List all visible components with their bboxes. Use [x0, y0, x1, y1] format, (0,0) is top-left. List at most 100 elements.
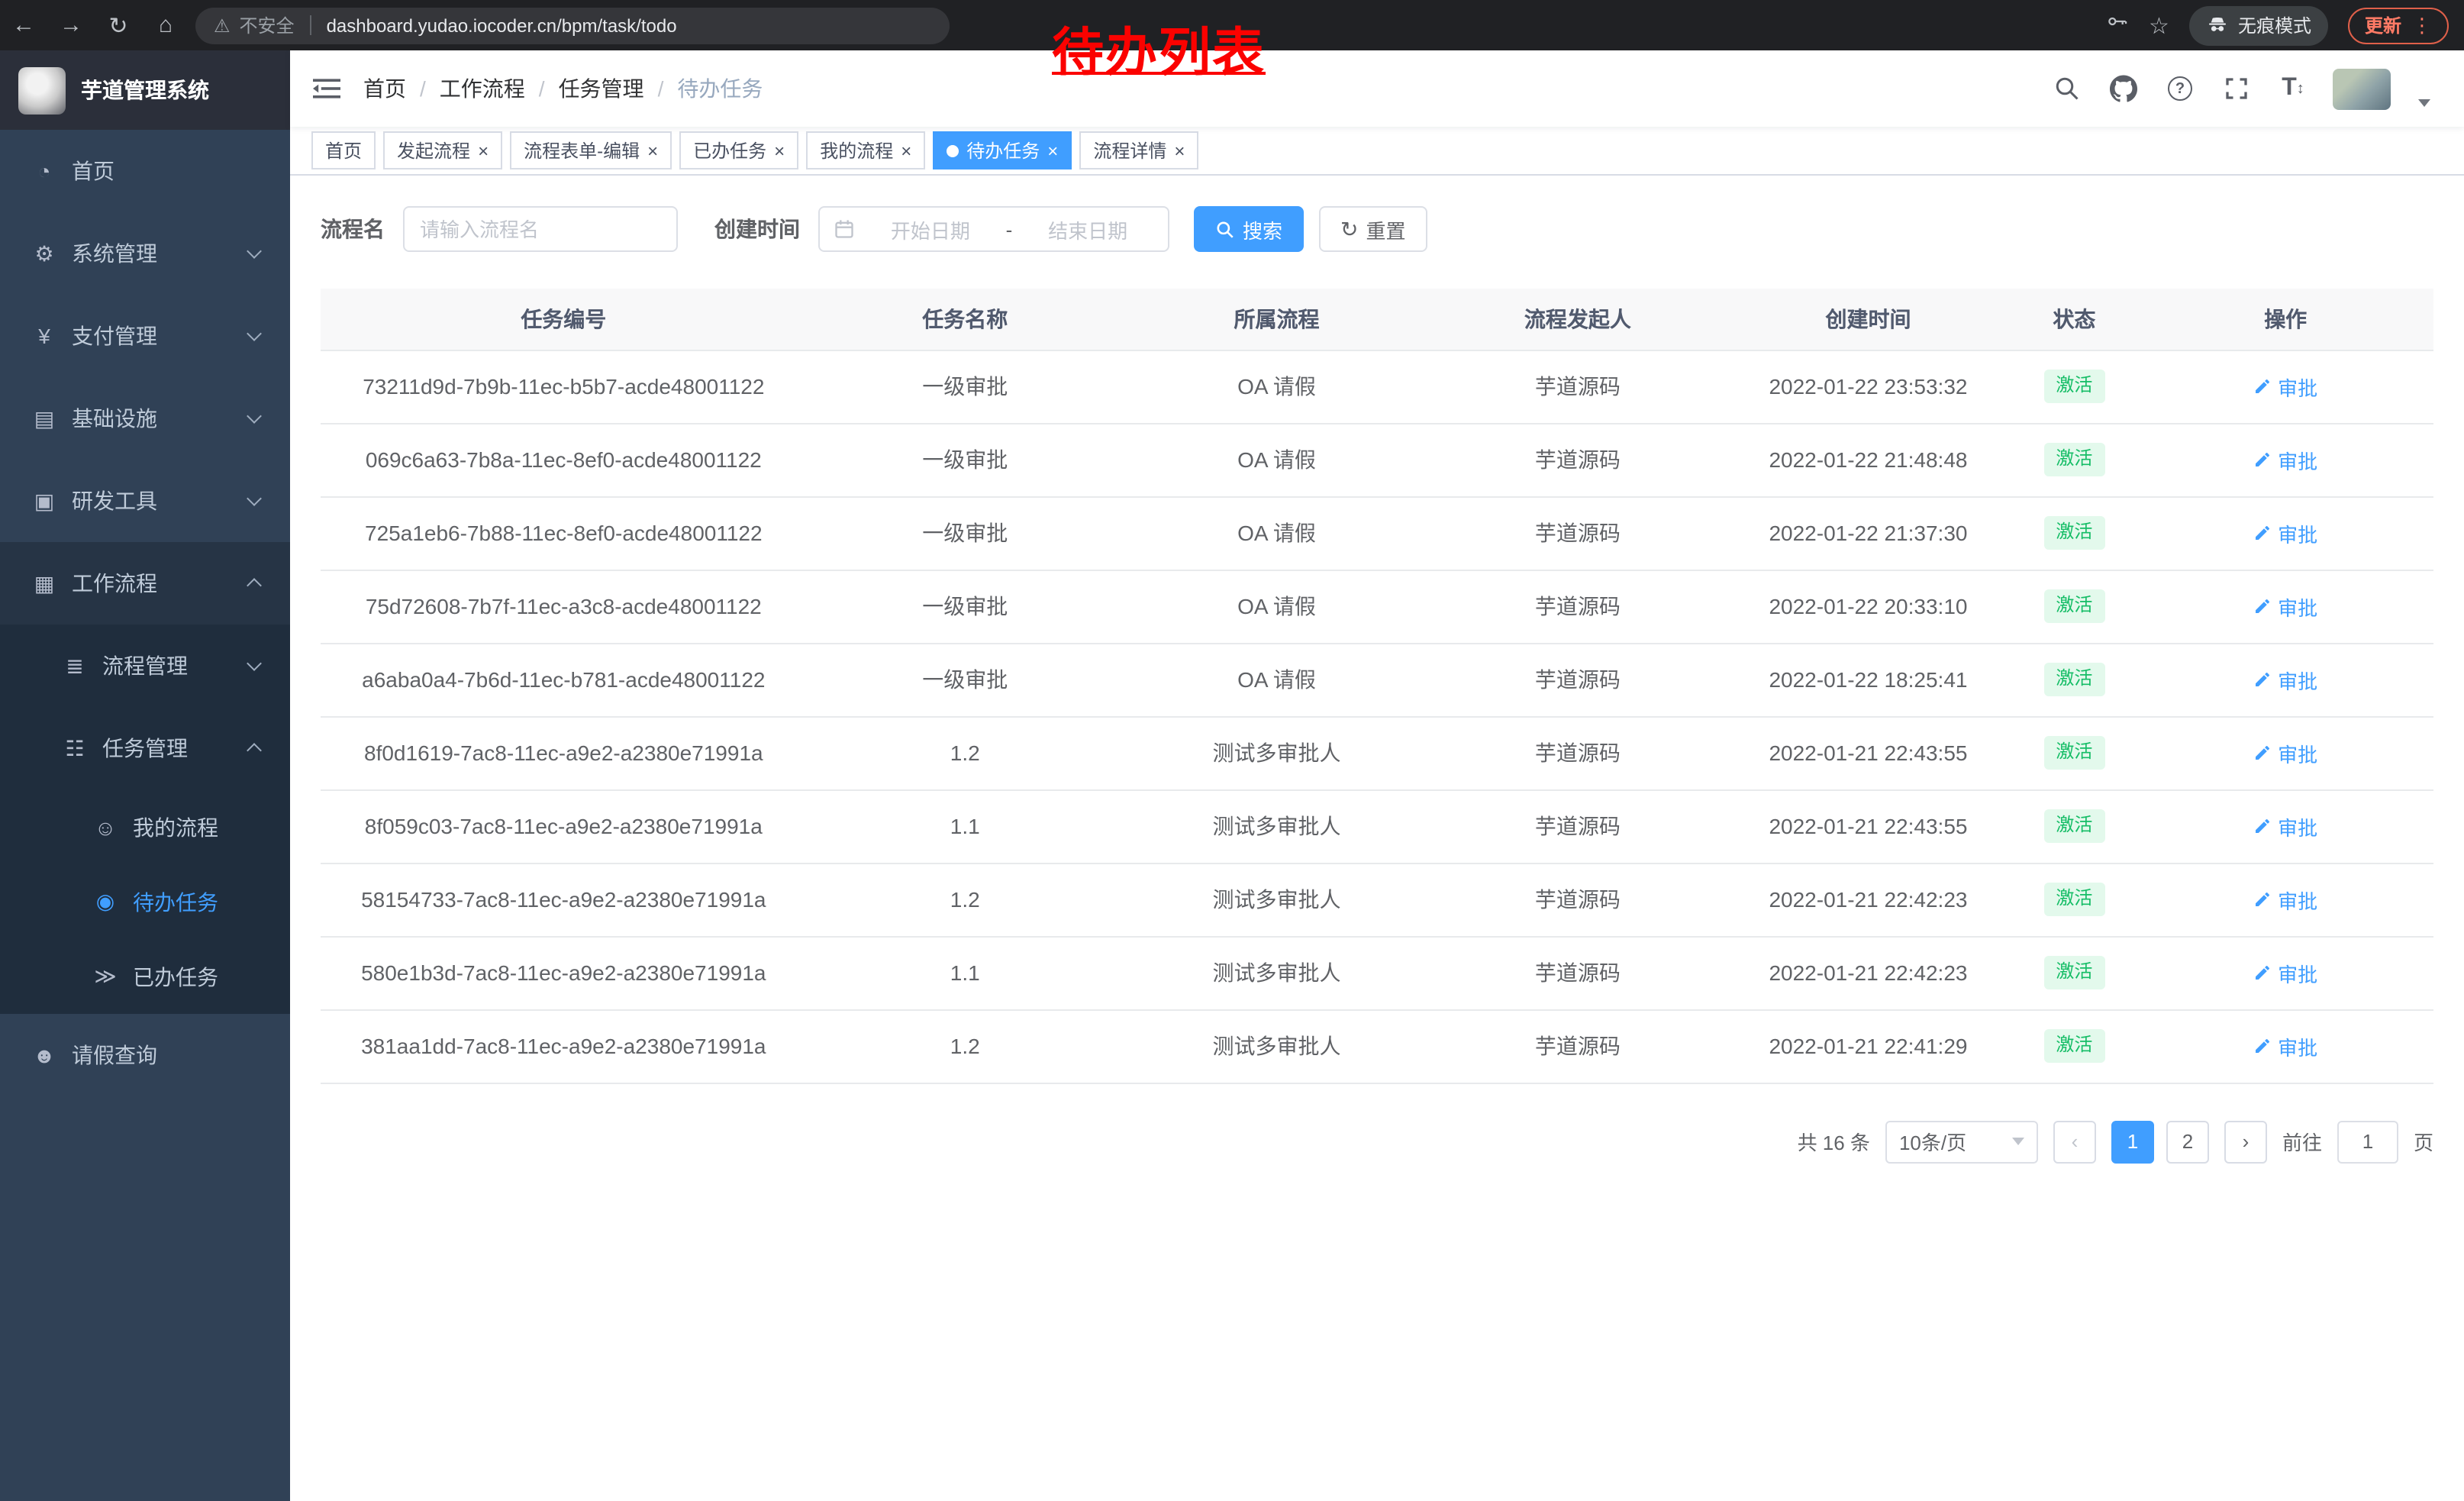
start-date-placeholder[interactable]: 开始日期 — [864, 215, 997, 244]
approve-link[interactable]: 审批 — [2253, 665, 2317, 694]
edit-icon — [2253, 1037, 2272, 1055]
sidebar-collapse-button[interactable] — [290, 50, 363, 127]
reset-button[interactable]: ↻ 重置 — [1319, 206, 1427, 252]
fullscreen-icon[interactable] — [2220, 72, 2253, 105]
close-icon[interactable]: × — [647, 141, 658, 160]
process-name-input[interactable] — [403, 206, 678, 252]
next-page-button[interactable]: › — [2224, 1120, 2267, 1163]
sidebar-menu-item[interactable]: ⚙ 系统管理 — [0, 212, 290, 295]
task-id-cell: 75d72608-7b7f-11ec-a3c8-acde48001122 — [321, 570, 807, 643]
update-button[interactable]: 更新 ⋮ — [2348, 7, 2449, 44]
browser-menu-icon[interactable]: ⋮ — [2412, 13, 2432, 37]
page-size-select[interactable]: 10条/页 — [1885, 1120, 2038, 1163]
page-number-button[interactable]: 1 — [2111, 1120, 2154, 1163]
approve-link[interactable]: 审批 — [2253, 958, 2317, 987]
avatar-caret-icon[interactable] — [2418, 98, 2430, 106]
page-list: 1 2 — [2111, 1120, 2209, 1163]
sidebar-menu-item[interactable]: ☻ 请假查询 — [0, 1014, 290, 1096]
process-cell: 测试多审批人 — [1124, 1009, 1430, 1083]
end-date-placeholder[interactable]: 结束日期 — [1021, 215, 1154, 244]
approve-label: 审批 — [2278, 592, 2317, 621]
sidebar-menu-item[interactable]: ◔ 首页 — [0, 130, 290, 212]
github-icon[interactable] — [2107, 72, 2140, 105]
view-tab[interactable]: 已办任务 × — [679, 131, 798, 169]
chevron-down-icon — [247, 491, 262, 506]
refresh-icon: ↻ — [1340, 218, 1358, 240]
starter-cell: 芋道源码 — [1430, 863, 1726, 936]
approve-link[interactable]: 审批 — [2253, 885, 2317, 914]
approve-link[interactable]: 审批 — [2253, 592, 2317, 621]
close-icon[interactable]: × — [774, 141, 785, 160]
font-size-icon[interactable]: T↕ — [2276, 72, 2310, 105]
sidebar-menu-item[interactable]: ◉ 待办任务 — [0, 864, 290, 939]
create-time-cell: 2022-01-21 22:41:29 — [1726, 1009, 2011, 1083]
process-cell: OA 请假 — [1124, 643, 1430, 716]
close-icon[interactable]: × — [478, 141, 489, 160]
view-tab[interactable]: 待办任务 × — [933, 131, 1072, 169]
total-count: 共 16 条 — [1798, 1127, 1870, 1156]
sidebar-menu-item[interactable]: ≣ 流程管理 — [0, 625, 290, 707]
table-row: 73211d9d-7b9b-11ec-b5b7-acde48001122 一级审… — [321, 350, 2433, 423]
close-icon[interactable]: × — [1047, 141, 1058, 160]
view-tab[interactable]: 首页 — [311, 131, 376, 169]
pagination: 共 16 条 10条/页 ‹ 1 2 › 前往 页 — [321, 1120, 2433, 1209]
view-tab[interactable]: 流程表单-编辑 × — [510, 131, 672, 169]
breadcrumb-item[interactable]: 工作流程 — [440, 73, 525, 104]
goto-page-input[interactable] — [2337, 1120, 2398, 1163]
menu-item-label: 待办任务 — [133, 886, 218, 917]
approve-link[interactable]: 审批 — [2253, 812, 2317, 841]
process-cell: OA 请假 — [1124, 350, 1430, 423]
breadcrumb-item[interactable]: 首页 — [363, 73, 406, 104]
main-area: 首页/ 工作流程/ 任务管理/ 待办任务 — [290, 50, 2464, 1501]
status-badge: 激活 — [2043, 443, 2104, 476]
breadcrumb-item[interactable]: 任务管理 — [559, 73, 644, 104]
bookmark-star-icon[interactable]: ☆ — [2149, 11, 2169, 39]
column-header: 所属流程 — [1124, 289, 1430, 350]
forward-icon[interactable]: → — [47, 12, 95, 38]
view-tab[interactable]: 我的流程 × — [806, 131, 925, 169]
search-icon[interactable] — [2050, 72, 2084, 105]
task-name-cell: 1.1 — [807, 789, 1124, 863]
search-button[interactable]: 搜索 — [1194, 206, 1304, 252]
prev-page-button[interactable]: ‹ — [2053, 1120, 2096, 1163]
leave-query-icon: ☻ — [31, 1043, 58, 1067]
sidebar-menu-item[interactable]: ▤ 基础设施 — [0, 377, 290, 460]
key-icon[interactable] — [2104, 9, 2129, 41]
range-separator: - — [1006, 218, 1013, 240]
approve-label: 审批 — [2278, 1031, 2317, 1060]
avatar[interactable] — [2333, 68, 2391, 109]
reload-icon[interactable]: ↻ — [95, 11, 142, 39]
view-tab[interactable]: 发起流程 × — [383, 131, 502, 169]
sidebar-menu-item[interactable]: ▦ 工作流程 — [0, 542, 290, 625]
close-icon[interactable]: × — [901, 141, 911, 160]
view-tab[interactable]: 流程详情 × — [1079, 131, 1198, 169]
approve-link[interactable]: 审批 — [2253, 1031, 2317, 1060]
status-cell: 激活 — [2011, 1009, 2137, 1083]
approve-link[interactable]: 审批 — [2253, 738, 2317, 767]
approve-label: 审批 — [2278, 372, 2317, 401]
app-logo-row[interactable]: 芋道管理系统 — [0, 50, 290, 130]
starter-cell: 芋道源码 — [1430, 716, 1726, 789]
chevron-down-icon — [247, 326, 262, 341]
filter-bar: 流程名 创建时间 开始日期 - 结束日期 搜索 — [321, 206, 2433, 252]
close-icon[interactable]: × — [1174, 141, 1185, 160]
table-row: 8f059c03-7ac8-11ec-a9e2-a2380e71991a 1.1… — [321, 789, 2433, 863]
sidebar-menu-item[interactable]: ¥ 支付管理 — [0, 295, 290, 377]
help-icon[interactable]: ? — [2163, 72, 2197, 105]
breadcrumb: 首页/ 工作流程/ 任务管理/ 待办任务 — [363, 73, 763, 104]
page-number-button[interactable]: 2 — [2166, 1120, 2209, 1163]
address-bar[interactable]: ⚠ 不安全 dashboard.yudao.iocoder.cn/bpm/tas… — [195, 7, 950, 44]
menu-item-label: 已办任务 — [133, 961, 218, 992]
sidebar-menu-item[interactable]: ≫ 已办任务 — [0, 939, 290, 1014]
sidebar-menu-item[interactable]: ▣ 研发工具 — [0, 460, 290, 542]
approve-link[interactable]: 审批 — [2253, 518, 2317, 547]
date-range-picker[interactable]: 开始日期 - 结束日期 — [818, 206, 1169, 252]
back-icon[interactable]: ← — [0, 12, 47, 38]
sidebar-menu-item[interactable]: ☺ 我的流程 — [0, 789, 290, 864]
approve-link[interactable]: 审批 — [2253, 372, 2317, 401]
breadcrumb-item[interactable]: 待办任务 — [677, 73, 763, 104]
home-icon[interactable]: ⌂ — [142, 12, 189, 38]
sidebar-menu-item[interactable]: ☷ 任务管理 — [0, 707, 290, 789]
menu-item-label: 系统管理 — [72, 238, 157, 269]
approve-link[interactable]: 审批 — [2253, 445, 2317, 474]
